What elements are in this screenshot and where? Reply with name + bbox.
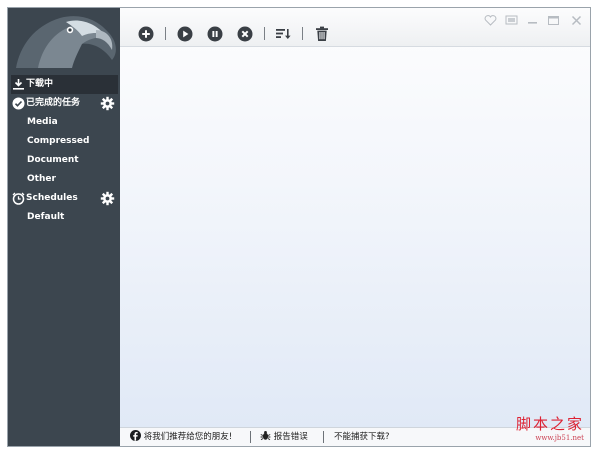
alarm-clock-icon xyxy=(12,192,25,205)
check-circle-icon xyxy=(12,97,25,110)
sidebar-item-default[interactable]: Default xyxy=(8,208,120,227)
status-separator xyxy=(250,431,251,443)
app-window: 下载中 已完成的任务 Media Compressed Document Oth… xyxy=(7,7,591,447)
recommend-link[interactable]: 将我们推荐给您的朋友! xyxy=(130,428,232,446)
maximize-icon[interactable] xyxy=(547,11,560,25)
gear-icon[interactable] xyxy=(100,96,115,111)
sidebar-item-completed[interactable]: 已完成的任务 xyxy=(8,94,120,113)
cancel-icon[interactable] xyxy=(237,26,253,42)
play-icon[interactable] xyxy=(177,26,193,42)
gear-icon[interactable] xyxy=(100,191,115,206)
report-bug-link[interactable]: 报告错误 xyxy=(260,428,308,446)
toolbar-separator xyxy=(264,27,265,40)
status-separator xyxy=(323,431,324,443)
trash-icon[interactable] xyxy=(314,26,330,42)
bug-icon xyxy=(260,431,271,441)
screen-icon[interactable] xyxy=(505,11,518,25)
report-text: 报告错误 xyxy=(273,432,308,442)
sidebar-item-schedules[interactable]: Schedules xyxy=(8,189,120,208)
cannot-capture-link[interactable]: 不能捕获下载? xyxy=(334,428,390,446)
toolbar xyxy=(120,8,590,47)
sidebar-nav: 下载中 已完成的任务 Media Compressed Document Oth… xyxy=(8,68,120,227)
pause-icon[interactable] xyxy=(207,26,223,42)
sidebar-item-label: Document xyxy=(27,155,79,165)
sidebar-item-label: Schedules xyxy=(26,193,78,203)
sidebar-item-label: Media xyxy=(27,117,58,127)
sidebar-item-label: Other xyxy=(27,174,56,184)
sidebar-item-label: 下载中 xyxy=(26,79,54,89)
sidebar-item-label: Default xyxy=(27,212,65,222)
sidebar-item-other[interactable]: Other xyxy=(8,170,120,189)
sidebar-item-media[interactable]: Media xyxy=(8,113,120,132)
sidebar-item-downloading[interactable]: 下载中 xyxy=(11,75,118,94)
download-icon xyxy=(12,78,25,91)
sidebar-item-label: Compressed xyxy=(27,136,90,146)
sidebar-item-document[interactable]: Document xyxy=(8,151,120,170)
watermark-text: 脚本之家 xyxy=(515,415,584,433)
sort-icon[interactable] xyxy=(275,26,291,42)
watermark: 脚本之家 www.jb51.net xyxy=(516,413,584,442)
toolbar-separator xyxy=(165,27,166,40)
main-panel: 将我们推荐给您的朋友! 报告错误 不能捕获下载? 脚本之家 www.jb51.n… xyxy=(120,8,590,446)
sidebar: 下载中 已完成的任务 Media Compressed Document Oth… xyxy=(8,8,120,446)
watermark-url: www.jb51.net xyxy=(535,434,584,442)
minimize-icon[interactable] xyxy=(526,11,539,24)
close-icon[interactable] xyxy=(570,11,583,26)
add-icon[interactable] xyxy=(138,26,154,42)
recommend-text: 将我们推荐给您的朋友! xyxy=(143,432,233,442)
facebook-icon xyxy=(130,430,141,441)
toolbar-separator xyxy=(302,27,303,40)
eagle-logo xyxy=(8,8,120,68)
sidebar-item-label: 已完成的任务 xyxy=(26,98,81,108)
heart-icon[interactable] xyxy=(484,11,497,26)
sidebar-item-compressed[interactable]: Compressed xyxy=(8,132,120,151)
